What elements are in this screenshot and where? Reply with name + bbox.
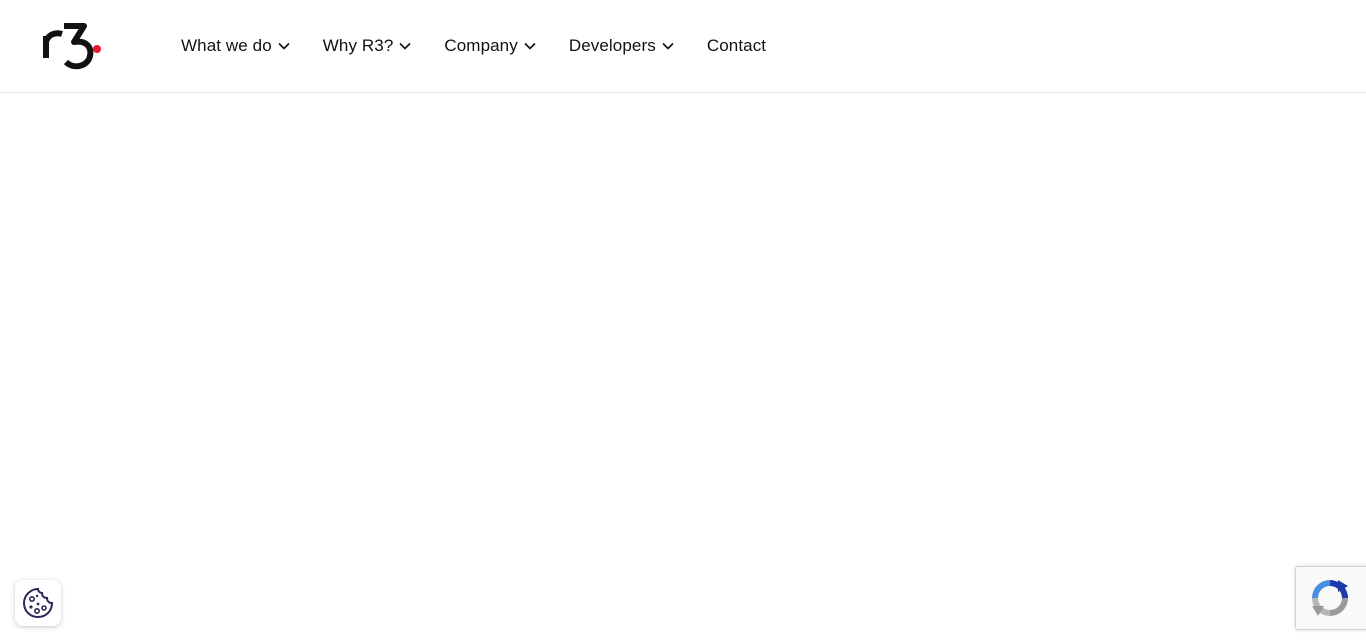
site-header: What we do Why R3? Company Developers Co… [0,0,1366,93]
logo-dot [93,45,101,53]
nav-item-label: What we do [181,36,272,55]
recaptcha-badge[interactable] [1295,566,1366,630]
nav-item-contact[interactable]: Contact [707,36,766,56]
r3-logo[interactable] [42,22,104,70]
page-content [0,93,1366,641]
main-nav: What we do Why R3? Company Developers Co… [181,0,799,92]
nav-item-label: Contact [706,36,767,55]
nav-item-company[interactable]: Company [444,36,536,56]
nav-item-what-we-do[interactable]: What we do [181,36,290,56]
nav-item-why-r3[interactable]: Why R3? [323,36,412,56]
nav-item-label: Company [444,36,518,55]
cookie-icon [22,587,54,619]
recaptcha-icon [1312,580,1348,616]
nav-item-developers[interactable]: Developers [569,36,674,56]
nav-item-label: Why R3? [322,36,394,55]
r3-logo-icon [43,23,101,70]
cookie-settings-button[interactable] [15,580,61,626]
chevron-down-icon [278,42,290,50]
chevron-down-icon [662,42,674,50]
chevron-down-icon [399,42,411,50]
nav-item-label: Developers [568,36,656,55]
chevron-down-icon [524,42,536,50]
